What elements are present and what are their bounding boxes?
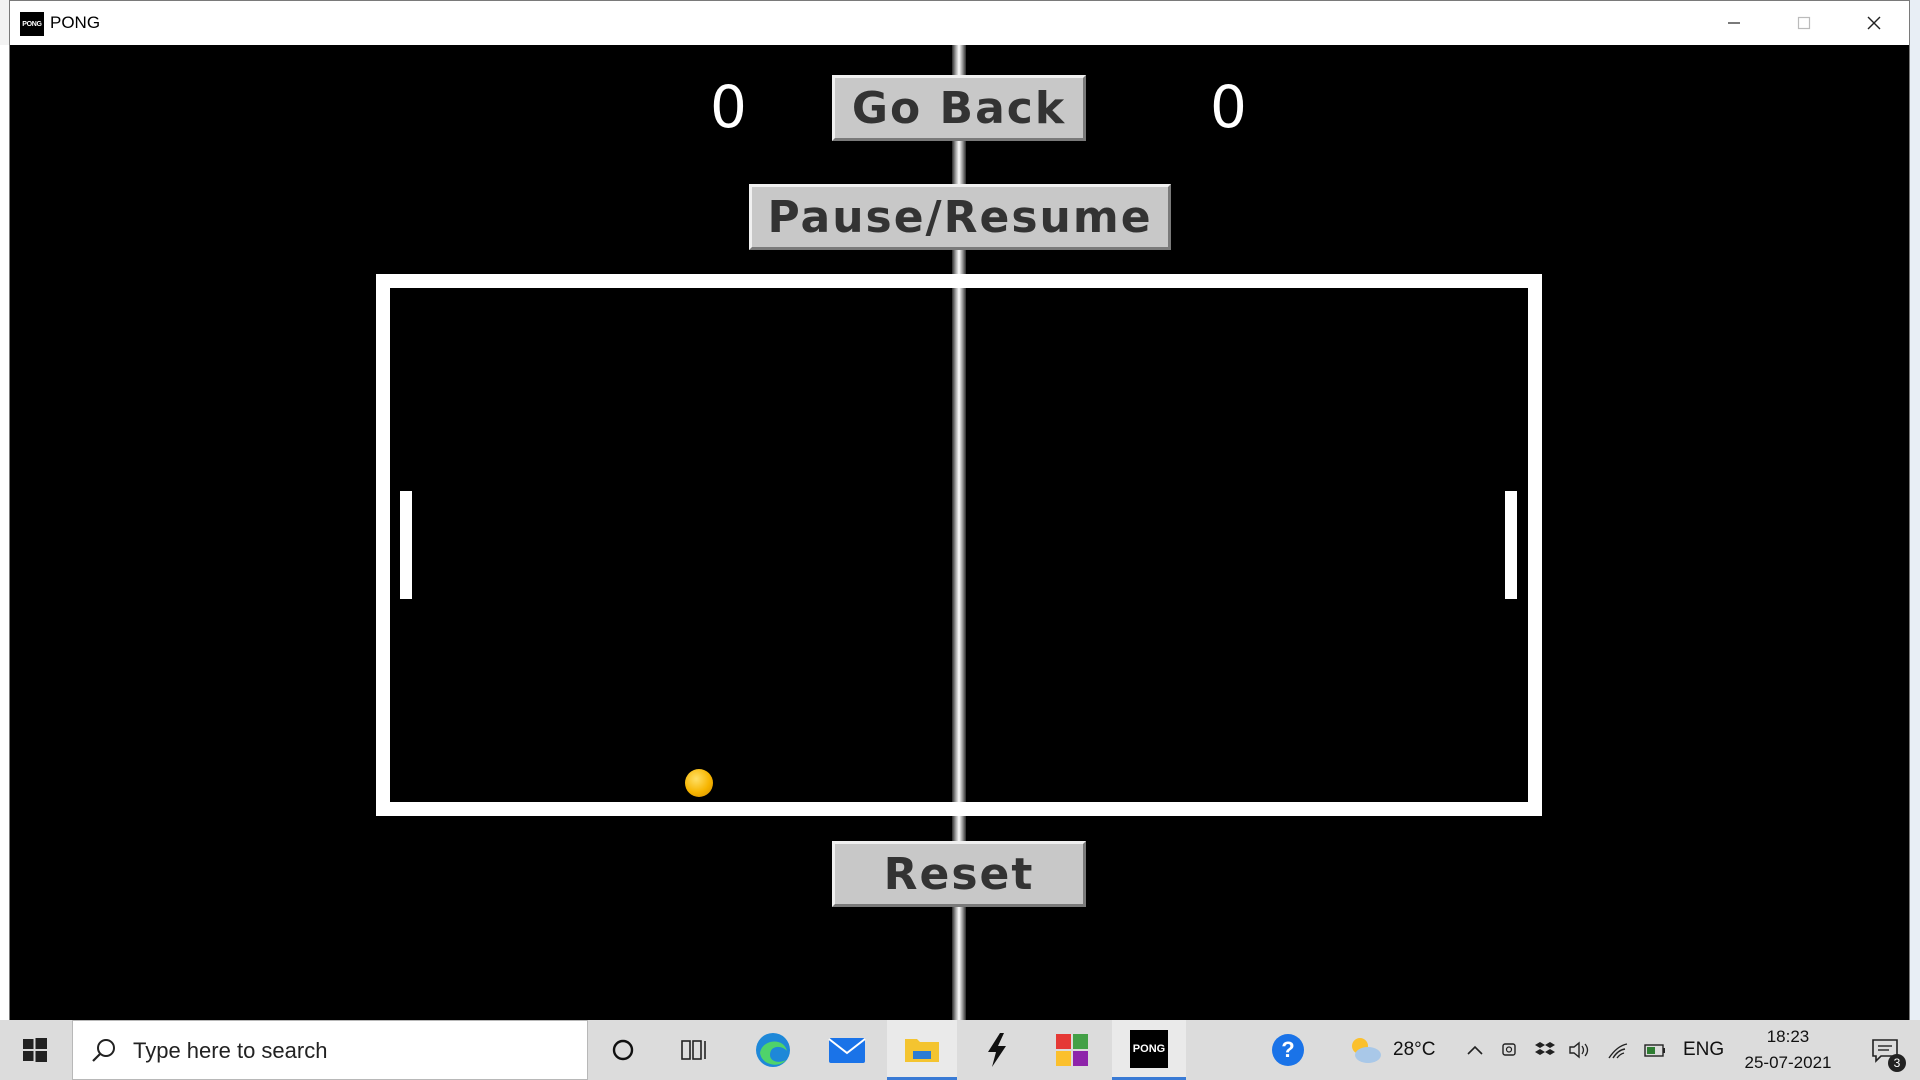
search-placeholder: Type here to search [133, 1038, 328, 1063]
close-button[interactable] [1839, 1, 1909, 45]
court-border [376, 274, 1542, 816]
battery-tray[interactable] [1640, 1020, 1670, 1080]
edge-icon [756, 1033, 790, 1067]
score-left: 0 [710, 73, 747, 141]
title-bar[interactable]: PONG PONG [10, 1, 1909, 45]
maximize-button[interactable] [1769, 1, 1839, 45]
webcam-icon [1502, 1043, 1516, 1056]
go-back-button[interactable]: Go Back [832, 75, 1086, 141]
weather-temperature[interactable]: 28°C [1393, 1020, 1435, 1080]
game-canvas: 0 0 Go Back Pause/Resume Reset [10, 45, 1909, 1021]
speaker-icon [1569, 1041, 1589, 1059]
help-button[interactable]: ? [1262, 1020, 1314, 1080]
taskbar-edge[interactable] [738, 1020, 808, 1080]
taskbar-app-tiles[interactable] [1037, 1020, 1107, 1080]
clock-time: 18:23 [1766, 1027, 1810, 1046]
wifi-icon [1608, 1043, 1628, 1059]
clock-date: 25-07-2021 [1744, 1053, 1832, 1072]
meet-now-tray[interactable] [1495, 1020, 1525, 1080]
reset-button[interactable]: Reset [832, 841, 1086, 907]
taskbar-app-arrow[interactable] [962, 1020, 1032, 1080]
pong-app-icon: PONG [20, 12, 44, 36]
minimize-icon [1728, 22, 1740, 24]
colored-tiles-icon [1056, 1034, 1088, 1066]
taskbar-file-explorer[interactable] [887, 1020, 957, 1080]
desktop-edge-left [0, 0, 9, 1020]
taskbar-mail[interactable] [812, 1020, 882, 1080]
windows-icon [23, 1038, 47, 1062]
search-icon [92, 1039, 115, 1062]
window-title: PONG [50, 13, 101, 32]
help-icon: ? [1272, 1034, 1304, 1066]
pong-taskbar-icon: PONG [1130, 1029, 1168, 1068]
show-hidden-icons[interactable] [1460, 1020, 1490, 1080]
action-center-button[interactable]: 3 [1850, 1020, 1920, 1080]
left-paddle [400, 491, 412, 599]
clock[interactable]: 18:23 25-07-2021 [1733, 1024, 1843, 1076]
cortana-icon [612, 1039, 634, 1061]
network-tray[interactable] [1603, 1020, 1633, 1080]
svg-text:?: ? [1281, 1037, 1294, 1062]
lightning-icon [988, 1033, 1006, 1067]
pong-window: PONG PONG 0 0 Go Back Pause/Resume Reset [9, 0, 1910, 1021]
search-box[interactable]: Type here to search [72, 1020, 588, 1080]
minimize-button[interactable] [1699, 1, 1769, 45]
language-indicator[interactable]: ENG [1683, 1020, 1724, 1080]
task-view-button[interactable] [660, 1020, 730, 1080]
taskbar-pong[interactable]: PONG [1112, 1020, 1186, 1080]
notification-count-badge: 3 [1888, 1054, 1906, 1072]
taskbar: Type here to search PONG ? 28°C ENG 18:2… [0, 1020, 1920, 1080]
chevron-up-icon [1467, 1045, 1483, 1055]
dropbox-icon [1535, 1042, 1555, 1055]
dropbox-tray[interactable] [1530, 1020, 1560, 1080]
ball [685, 769, 713, 797]
battery-charging-icon [1644, 1044, 1665, 1057]
pause-resume-button[interactable]: Pause/Resume [749, 184, 1171, 250]
folder-icon [905, 1038, 939, 1062]
close-icon [1867, 16, 1881, 30]
desktop-edge-right [1910, 0, 1920, 1020]
weather-button[interactable] [1340, 1020, 1390, 1080]
maximize-icon [1797, 16, 1811, 30]
volume-tray[interactable] [1565, 1020, 1595, 1080]
right-paddle [1505, 491, 1517, 599]
cortana-button[interactable] [588, 1020, 658, 1080]
weather-cloud-sun-icon [1352, 1038, 1381, 1063]
task-view-icon [681, 1040, 706, 1060]
start-button[interactable] [0, 1020, 70, 1080]
mail-icon [828, 1038, 866, 1063]
score-right: 0 [1210, 73, 1247, 141]
